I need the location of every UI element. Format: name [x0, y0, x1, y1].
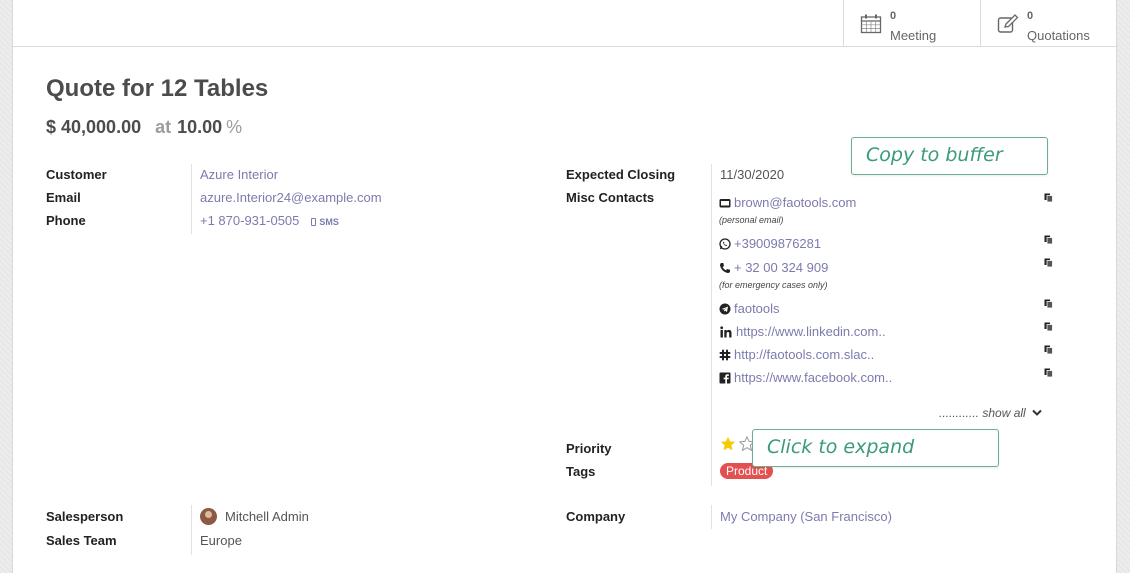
copy-callout-text: Copy to buffer — [866, 144, 1003, 166]
quotations-label: Quotations — [1027, 28, 1090, 43]
opportunity-title: Quote for 12 Tables — [46, 75, 269, 102]
contact-value: https://www.linkedin.com.. — [736, 324, 886, 339]
copy-callout: Copy to buffer — [851, 137, 1048, 175]
phone-icon — [719, 262, 730, 273]
form-sheet: 0 Meeting 0 Quotations Quote for 12 Tabl… — [12, 0, 1118, 573]
contact-whatsapp[interactable]: +39009876281 — [719, 236, 821, 251]
field-divider — [191, 164, 192, 234]
quotations-count: 0 — [1027, 10, 1034, 22]
salesperson-label: Salesperson — [46, 509, 124, 524]
contact-value: faotools — [734, 301, 780, 316]
envelope-icon — [719, 198, 731, 207]
linkedin-icon — [720, 325, 732, 337]
copy-icon[interactable] — [1044, 322, 1053, 331]
phone-label: Phone — [46, 213, 86, 228]
sms-button[interactable]: SMS — [311, 217, 339, 227]
expand-callout: Click to expand — [752, 429, 999, 467]
contact-value: http://faotools.com.slac.. — [734, 347, 875, 362]
expand-callout-text: Click to expand — [767, 436, 915, 458]
show-all-link[interactable]: ............ show all — [939, 406, 1042, 420]
expected-closing-label: Expected Closing — [566, 167, 676, 182]
meeting-count: 0 — [890, 10, 897, 22]
priority-label: Priority — [566, 441, 612, 456]
meeting-label: Meeting — [890, 28, 937, 43]
contact-note: (personal email) — [719, 215, 784, 225]
expected-closing-field[interactable]: 11/30/2020 — [720, 167, 784, 182]
percent-sign: % — [226, 117, 243, 137]
contact-value: +39009876281 — [734, 236, 822, 251]
copy-icon[interactable] — [1044, 193, 1053, 202]
chevron-down-icon — [1032, 409, 1042, 416]
edit-icon — [997, 14, 1019, 33]
whatsapp-icon — [719, 237, 731, 250]
sms-label: SMS — [319, 217, 339, 227]
contact-note: (for emergency cases only) — [719, 280, 828, 290]
telegram-icon — [719, 303, 731, 314]
meeting-button[interactable]: 0 Meeting — [843, 0, 980, 46]
contact-email[interactable]: brown@faotools.com — [719, 195, 856, 210]
smart-button-box: 0 Meeting 0 Quotations — [13, 0, 1118, 47]
sales-team-label: Sales Team — [46, 533, 117, 548]
calendar-icon — [860, 14, 882, 34]
expected-revenue-row: $ 40,000.00 at 10.00% — [46, 117, 242, 138]
contact-phone[interactable]: + 32 00 324 909 — [719, 260, 828, 275]
facebook-icon — [719, 372, 731, 384]
contact-value: + 32 00 324 909 — [734, 260, 829, 275]
star-filled-icon[interactable] — [720, 436, 736, 452]
expected-revenue[interactable]: $ 40,000.00 — [46, 117, 141, 137]
customer-label: Customer — [46, 167, 107, 182]
customer-field[interactable]: Azure Interior — [200, 167, 278, 182]
phone-field-row: +1 870-931-0505 SMS — [200, 213, 339, 228]
company-label: Company — [566, 509, 626, 524]
contact-facebook[interactable]: https://www.facebook.com.. — [719, 370, 892, 385]
salesperson-field[interactable]: Mitchell Admin — [200, 508, 309, 525]
copy-icon[interactable] — [1044, 299, 1053, 308]
slack-icon — [719, 349, 731, 360]
company-field[interactable]: My Company (San Francisco) — [720, 509, 892, 524]
mobile-icon — [311, 218, 317, 226]
field-divider — [711, 505, 712, 529]
field-divider — [191, 505, 192, 555]
contact-value: brown@faotools.com — [734, 195, 857, 210]
probability[interactable]: 10.00 — [177, 117, 222, 137]
email-label: Email — [46, 190, 81, 205]
copy-icon[interactable] — [1044, 258, 1053, 267]
copy-icon[interactable] — [1044, 235, 1053, 244]
copy-icon[interactable] — [1044, 345, 1053, 354]
avatar — [200, 508, 217, 525]
copy-icon[interactable] — [1044, 368, 1053, 377]
misc-contacts-label: Misc Contacts — [566, 190, 655, 205]
sales-team-field[interactable]: Europe — [200, 533, 242, 548]
phone-field[interactable]: +1 870-931-0505 — [200, 213, 299, 228]
contact-slack[interactable]: http://faotools.com.slac.. — [719, 347, 874, 362]
at-label: at — [155, 117, 172, 137]
quotations-button[interactable]: 0 Quotations — [980, 0, 1117, 46]
tags-label: Tags — [566, 464, 596, 479]
field-divider — [711, 164, 712, 486]
contact-value: https://www.facebook.com.. — [734, 370, 893, 385]
email-field[interactable]: azure.Interior24@example.com — [200, 190, 382, 205]
contact-linkedin[interactable]: https://www.linkedin.com.. — [719, 324, 886, 339]
contact-telegram[interactable]: faotools — [719, 301, 780, 316]
salesperson-name: Mitchell Admin — [225, 509, 309, 524]
show-all-label: ............ show all — [939, 406, 1026, 420]
